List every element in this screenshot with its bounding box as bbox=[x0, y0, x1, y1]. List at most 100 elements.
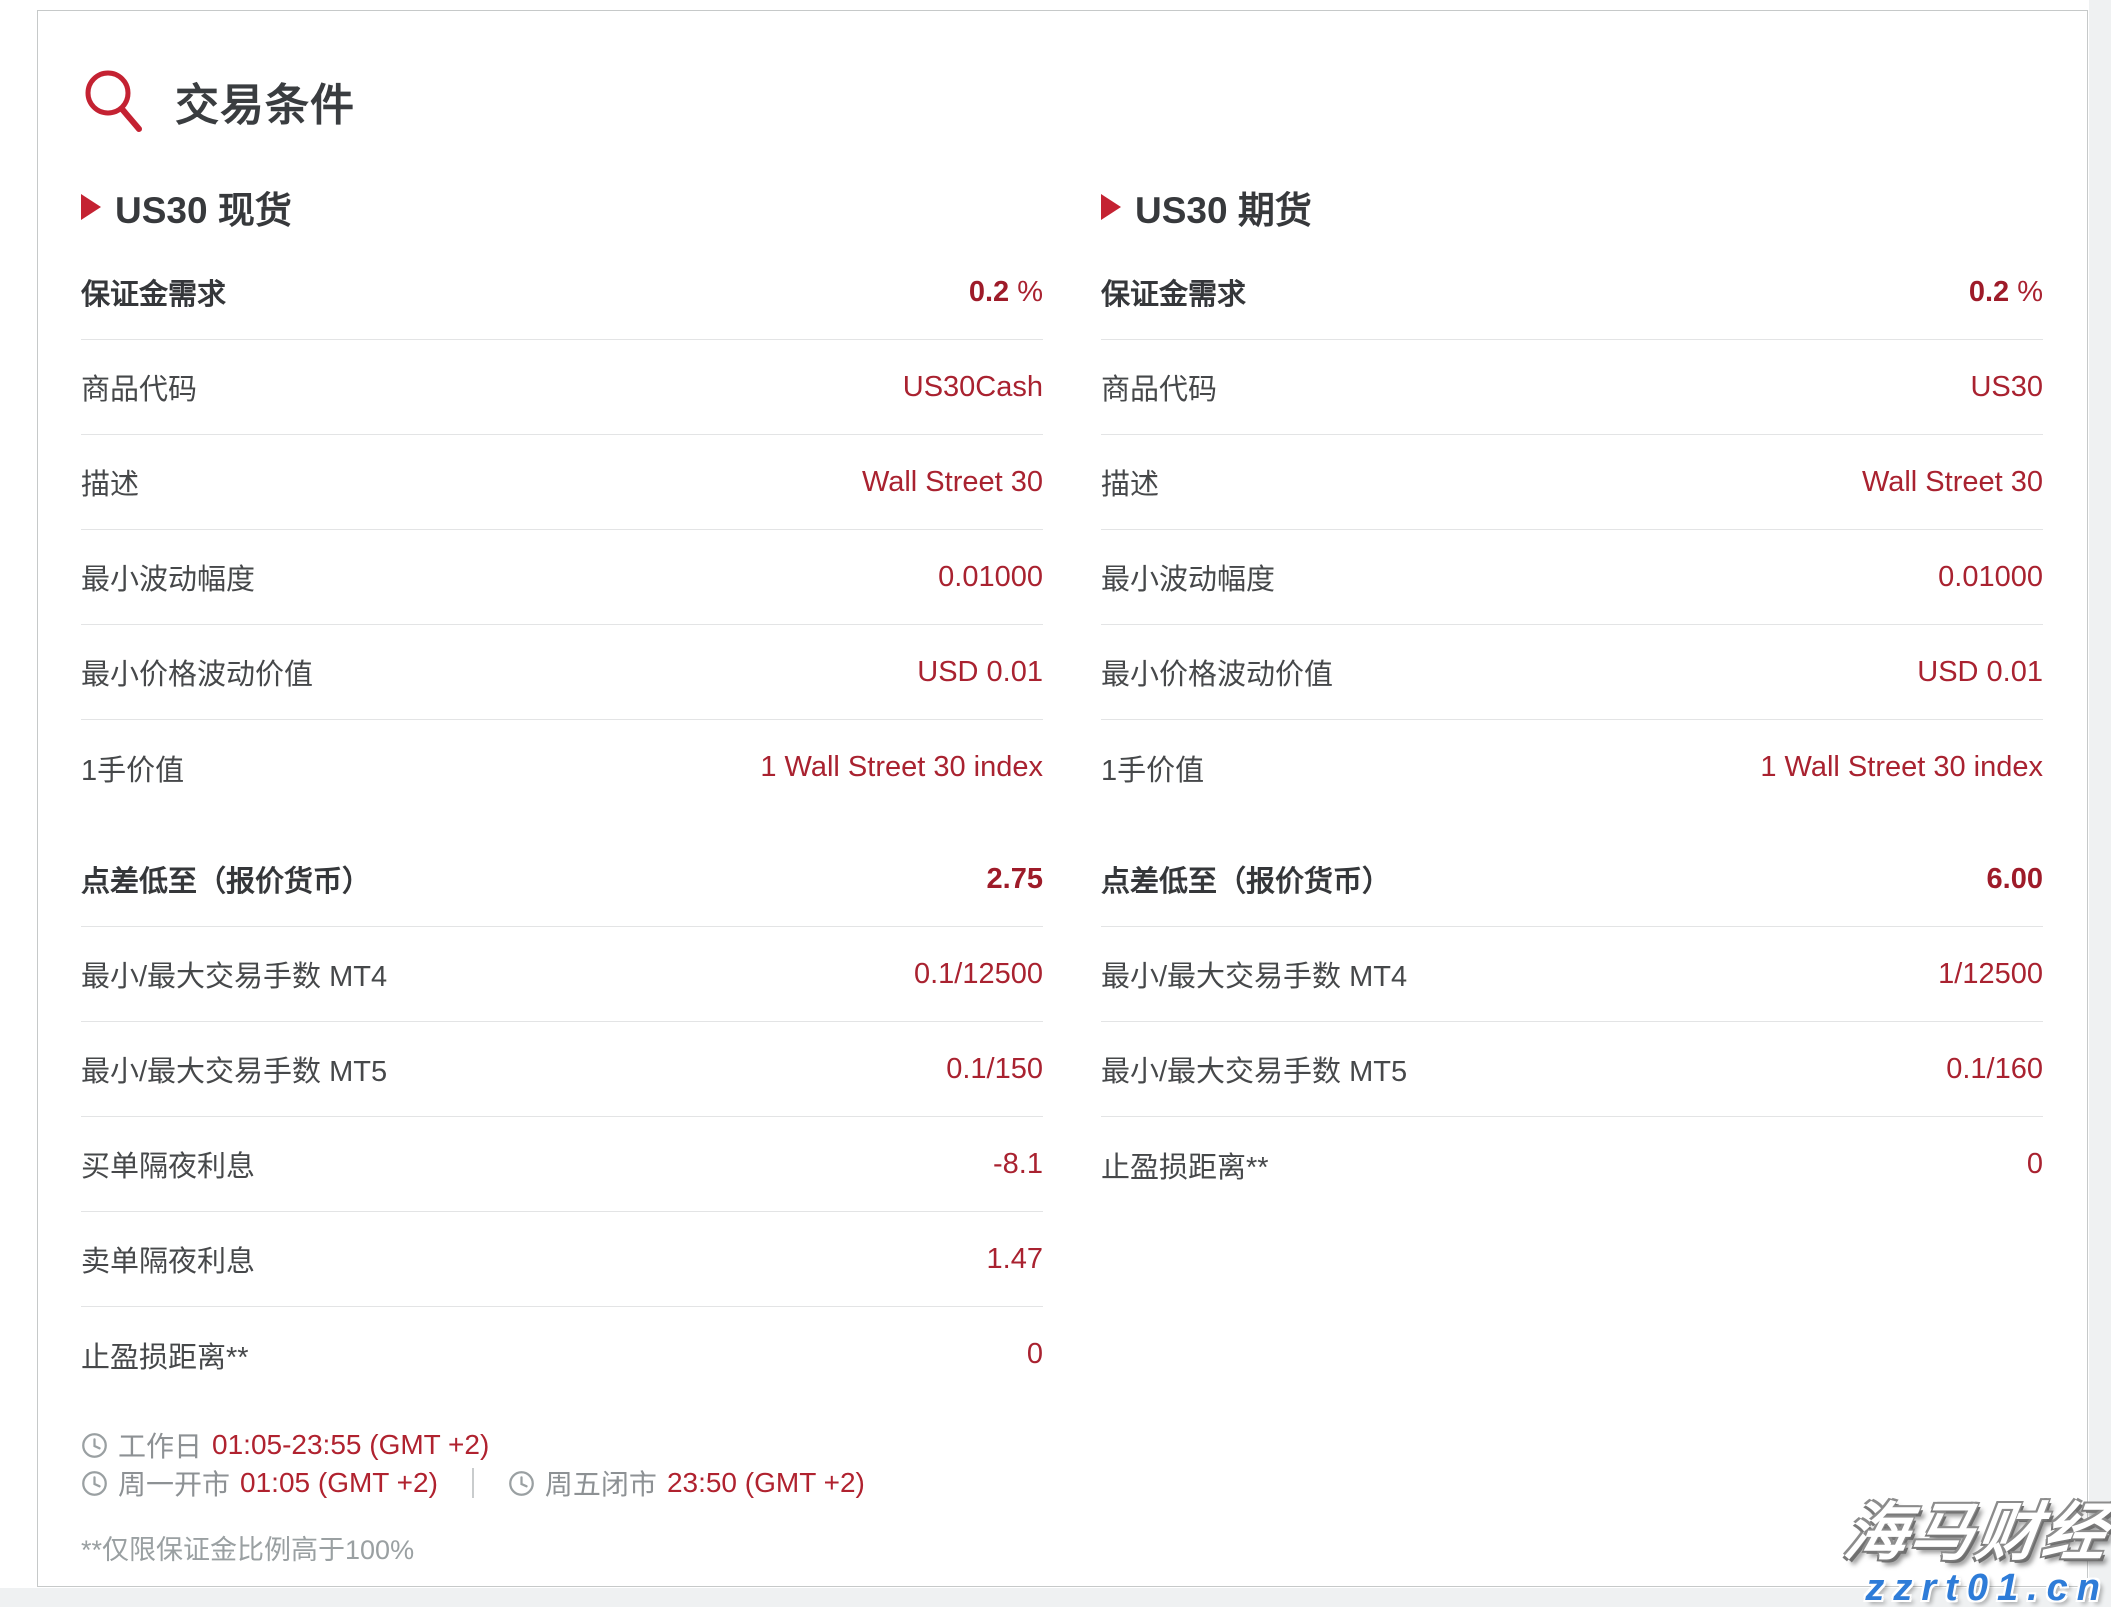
row-label: 描述 bbox=[81, 461, 139, 503]
row-label: 最小价格波动价值 bbox=[81, 651, 313, 693]
row-label: 点差低至（报价货币） bbox=[1101, 858, 1391, 900]
watermark-url: zzrt01.cn bbox=[1845, 1569, 2109, 1607]
columns-grid: US30 现货 保证金需求0.2 %商品代码US30Cash描述Wall Str… bbox=[81, 181, 2041, 1402]
row-value: USD 0.01 bbox=[917, 656, 1043, 689]
row-value: 1 Wall Street 30 index bbox=[760, 751, 1043, 784]
hours-label: 周一开市 bbox=[118, 1463, 230, 1503]
row-label: 最小价格波动价值 bbox=[1101, 651, 1333, 693]
margin-footnote: **仅限保证金比例高于100% bbox=[81, 1528, 2041, 1567]
table-row: 最小/最大交易手数 MT4 0.1/12500 bbox=[81, 927, 1043, 1022]
hours-time: 23:50 (GMT +2) bbox=[667, 1467, 865, 1499]
table-row: 卖单隔夜利息 1.47 bbox=[81, 1212, 1043, 1307]
table-row: 点差低至（报价货币） 6.00 bbox=[1101, 832, 2043, 927]
table-row: 买单隔夜利息 -8.1 bbox=[81, 1117, 1043, 1212]
row-value: Wall Street 30 bbox=[862, 466, 1043, 499]
hours-time: 01:05 (GMT +2) bbox=[240, 1467, 438, 1499]
row-label: 止盈损距离** bbox=[81, 1334, 249, 1376]
row-label: 保证金需求 bbox=[1101, 271, 1246, 313]
row-value: USD 0.01 bbox=[1917, 656, 2043, 689]
row-value: 0.01000 bbox=[938, 561, 1043, 594]
clock-icon bbox=[81, 1432, 108, 1459]
table-row: 止盈损距离** 0 bbox=[81, 1307, 1043, 1402]
table-row: 1手价值 1 Wall Street 30 index bbox=[1101, 720, 2043, 815]
table-row: 描述 Wall Street 30 bbox=[81, 435, 1043, 530]
table-row: 最小价格波动价值 USD 0.01 bbox=[81, 625, 1043, 720]
row-value: Wall Street 30 bbox=[1862, 466, 2043, 499]
table-row: 商品代码 US30Cash bbox=[81, 340, 1043, 435]
table-row: 最小价格波动价值 USD 0.01 bbox=[1101, 625, 2043, 720]
row-value: 0.1/150 bbox=[946, 1053, 1043, 1086]
vertical-divider bbox=[472, 1468, 474, 1498]
row-value-suffix: % bbox=[1009, 276, 1043, 308]
table-row: 最小/最大交易手数 MT5 0.1/150 bbox=[81, 1022, 1043, 1117]
row-label: 止盈损距离** bbox=[1101, 1144, 1269, 1186]
table-row: 商品代码 US30 bbox=[1101, 340, 2043, 435]
watermark: 海马财经 zzrt01.cn bbox=[1845, 1502, 2109, 1607]
row-value: 6.00 bbox=[1987, 863, 2043, 896]
trading-conditions-card: 交易条件 US30 现货 保证金需求0.2 %商品代码US30Cash描述Wal… bbox=[37, 10, 2088, 1587]
row-label: 最小/最大交易手数 MT5 bbox=[1101, 1048, 1407, 1090]
row-group: 点差低至（报价货币）2.75最小/最大交易手数 MT40.1/12500最小/最… bbox=[81, 832, 1043, 1402]
row-group: 保证金需求0.2 % 商品代码 US30 描述 Wall Street 30 最小波动幅度… bbox=[1101, 245, 2043, 815]
section-header-futures: US30 期货 bbox=[1101, 181, 2043, 233]
row-group: 保证金需求 0.2 % 商品代码 US30Cash 描述 Wall Street 30 最小… bbox=[81, 245, 1043, 815]
row-label: 商品代码 bbox=[1101, 366, 1217, 408]
row-label: 最小波动幅度 bbox=[1101, 556, 1275, 598]
clock-icon bbox=[508, 1470, 535, 1497]
row-value: 0.1/12500 bbox=[914, 958, 1043, 991]
arrow-right-icon bbox=[1101, 194, 1121, 220]
watermark-brand: 海马财经 bbox=[1841, 1502, 2111, 1565]
row-value: 0.2 % bbox=[969, 276, 1043, 309]
page-title-row: 交易条件 bbox=[81, 61, 2041, 141]
row-label: 最小波动幅度 bbox=[81, 556, 255, 598]
row-value: 1 Wall Street 30 index bbox=[1760, 751, 2043, 784]
magnifier-icon bbox=[81, 68, 147, 134]
row-value: US30 bbox=[1970, 371, 2043, 404]
table-row: 最小/最大交易手数 MT5 0.1/160 bbox=[1101, 1022, 2043, 1117]
row-label: 最小/最大交易手数 MT4 bbox=[81, 953, 387, 995]
row-group: 点差低至（报价货币）6.00最小/最大交易手数 MT41/12500最小/最大交… bbox=[1101, 832, 2043, 1212]
trading-hours: 工作日 01:05-23:55 (GMT +2) 周一开市 01:05 (GMT… bbox=[81, 1426, 2041, 1567]
row-label: 商品代码 bbox=[81, 366, 197, 408]
row-label: 点差低至（报价货币） bbox=[81, 858, 371, 900]
table-row: 保证金需求 0.2 % bbox=[81, 245, 1043, 340]
row-value: 1/12500 bbox=[1938, 958, 2043, 991]
section-title: US30 期货 bbox=[1135, 180, 1312, 234]
section-header-spot: US30 现货 bbox=[81, 181, 1043, 233]
row-value: -8.1 bbox=[993, 1148, 1043, 1181]
table-row: 描述 Wall Street 30 bbox=[1101, 435, 2043, 530]
table-row: 最小波动幅度 0.01000 bbox=[1101, 530, 2043, 625]
clock-icon bbox=[81, 1470, 108, 1497]
table-row: 最小/最大交易手数 MT4 1/12500 bbox=[1101, 927, 2043, 1022]
table-row: 1手价值 1 Wall Street 30 index bbox=[81, 720, 1043, 815]
row-value: 0.01000 bbox=[1938, 561, 2043, 594]
page-title: 交易条件 bbox=[175, 69, 355, 133]
row-label: 1手价值 bbox=[81, 747, 184, 789]
row-label: 最小/最大交易手数 MT4 bbox=[1101, 953, 1407, 995]
page-background-bottom bbox=[0, 1588, 2111, 1607]
section-title: US30 现货 bbox=[115, 180, 292, 234]
row-label: 描述 bbox=[1101, 461, 1159, 503]
table-row: 止盈损距离** 0 bbox=[1101, 1117, 2043, 1212]
row-label: 1手价值 bbox=[1101, 747, 1204, 789]
hours-label: 工作日 bbox=[118, 1425, 202, 1465]
row-value: 0 bbox=[1027, 1338, 1043, 1371]
row-label: 卖单隔夜利息 bbox=[81, 1238, 255, 1280]
row-value: 1.47 bbox=[987, 1243, 1043, 1276]
arrow-right-icon bbox=[81, 194, 101, 220]
row-value: 0 bbox=[2027, 1148, 2043, 1181]
row-value: 2.75 bbox=[987, 863, 1043, 896]
row-label: 保证金需求 bbox=[81, 271, 226, 313]
page-background-right bbox=[2089, 0, 2111, 1607]
row-value-suffix: % bbox=[2009, 276, 2043, 308]
row-value: US30Cash bbox=[903, 371, 1043, 404]
table-row: 点差低至（报价货币） 2.75 bbox=[81, 832, 1043, 927]
row-value: 0.1/160 bbox=[1946, 1053, 2043, 1086]
table-row: 最小波动幅度 0.01000 bbox=[81, 530, 1043, 625]
row-label: 买单隔夜利息 bbox=[81, 1143, 255, 1185]
hours-time: 01:05-23:55 (GMT +2) bbox=[212, 1429, 489, 1461]
hours-label: 周五闭市 bbox=[545, 1463, 657, 1503]
row-label: 最小/最大交易手数 MT5 bbox=[81, 1048, 387, 1090]
column-us30-spot: US30 现货 保证金需求 0.2 % 商品代码 US30Cash 描述 Wall Str… bbox=[81, 181, 1043, 1402]
table-row: 保证金需求0.2 % bbox=[1101, 245, 2043, 340]
